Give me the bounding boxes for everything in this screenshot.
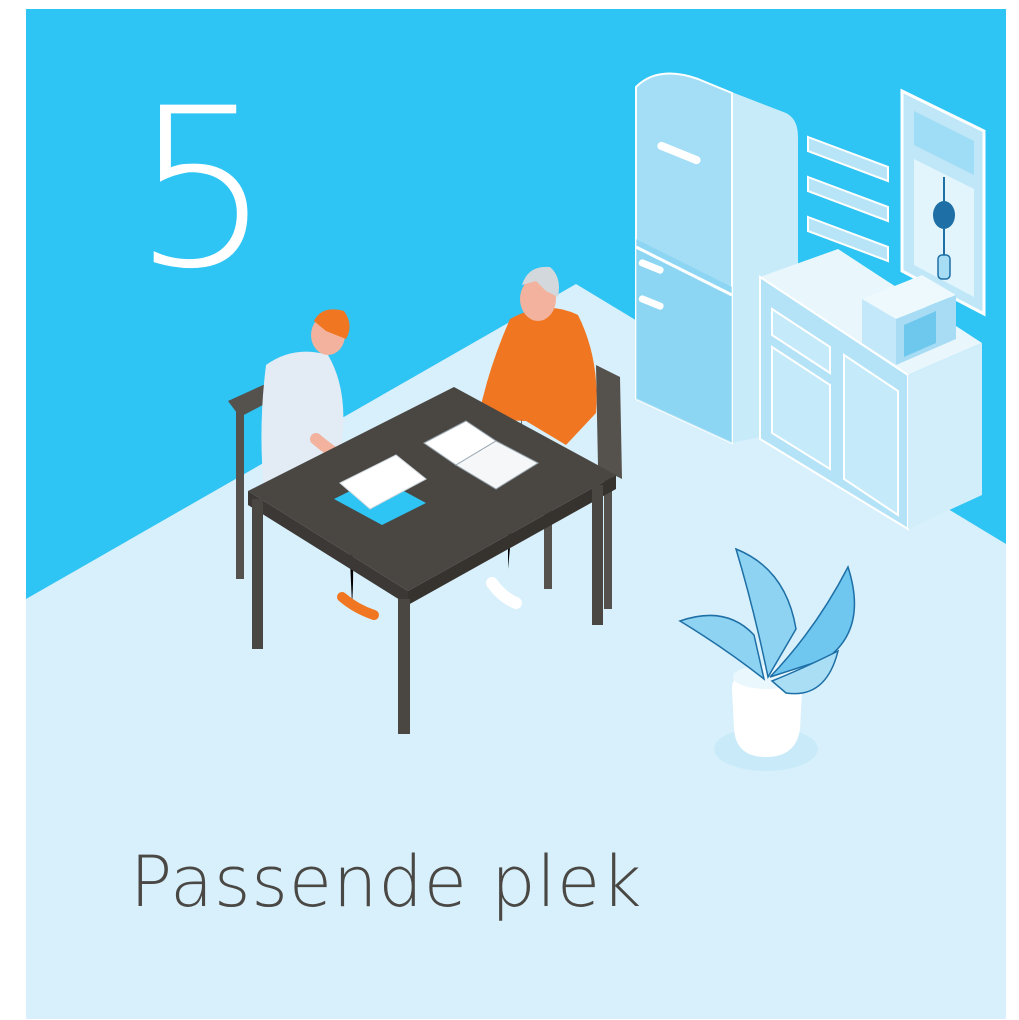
- card-title: Passende plek: [130, 841, 643, 923]
- step-card: 5 Passende plek: [26, 9, 1006, 1019]
- potted-plant-icon: [678, 547, 856, 771]
- step-number: 5: [132, 61, 272, 317]
